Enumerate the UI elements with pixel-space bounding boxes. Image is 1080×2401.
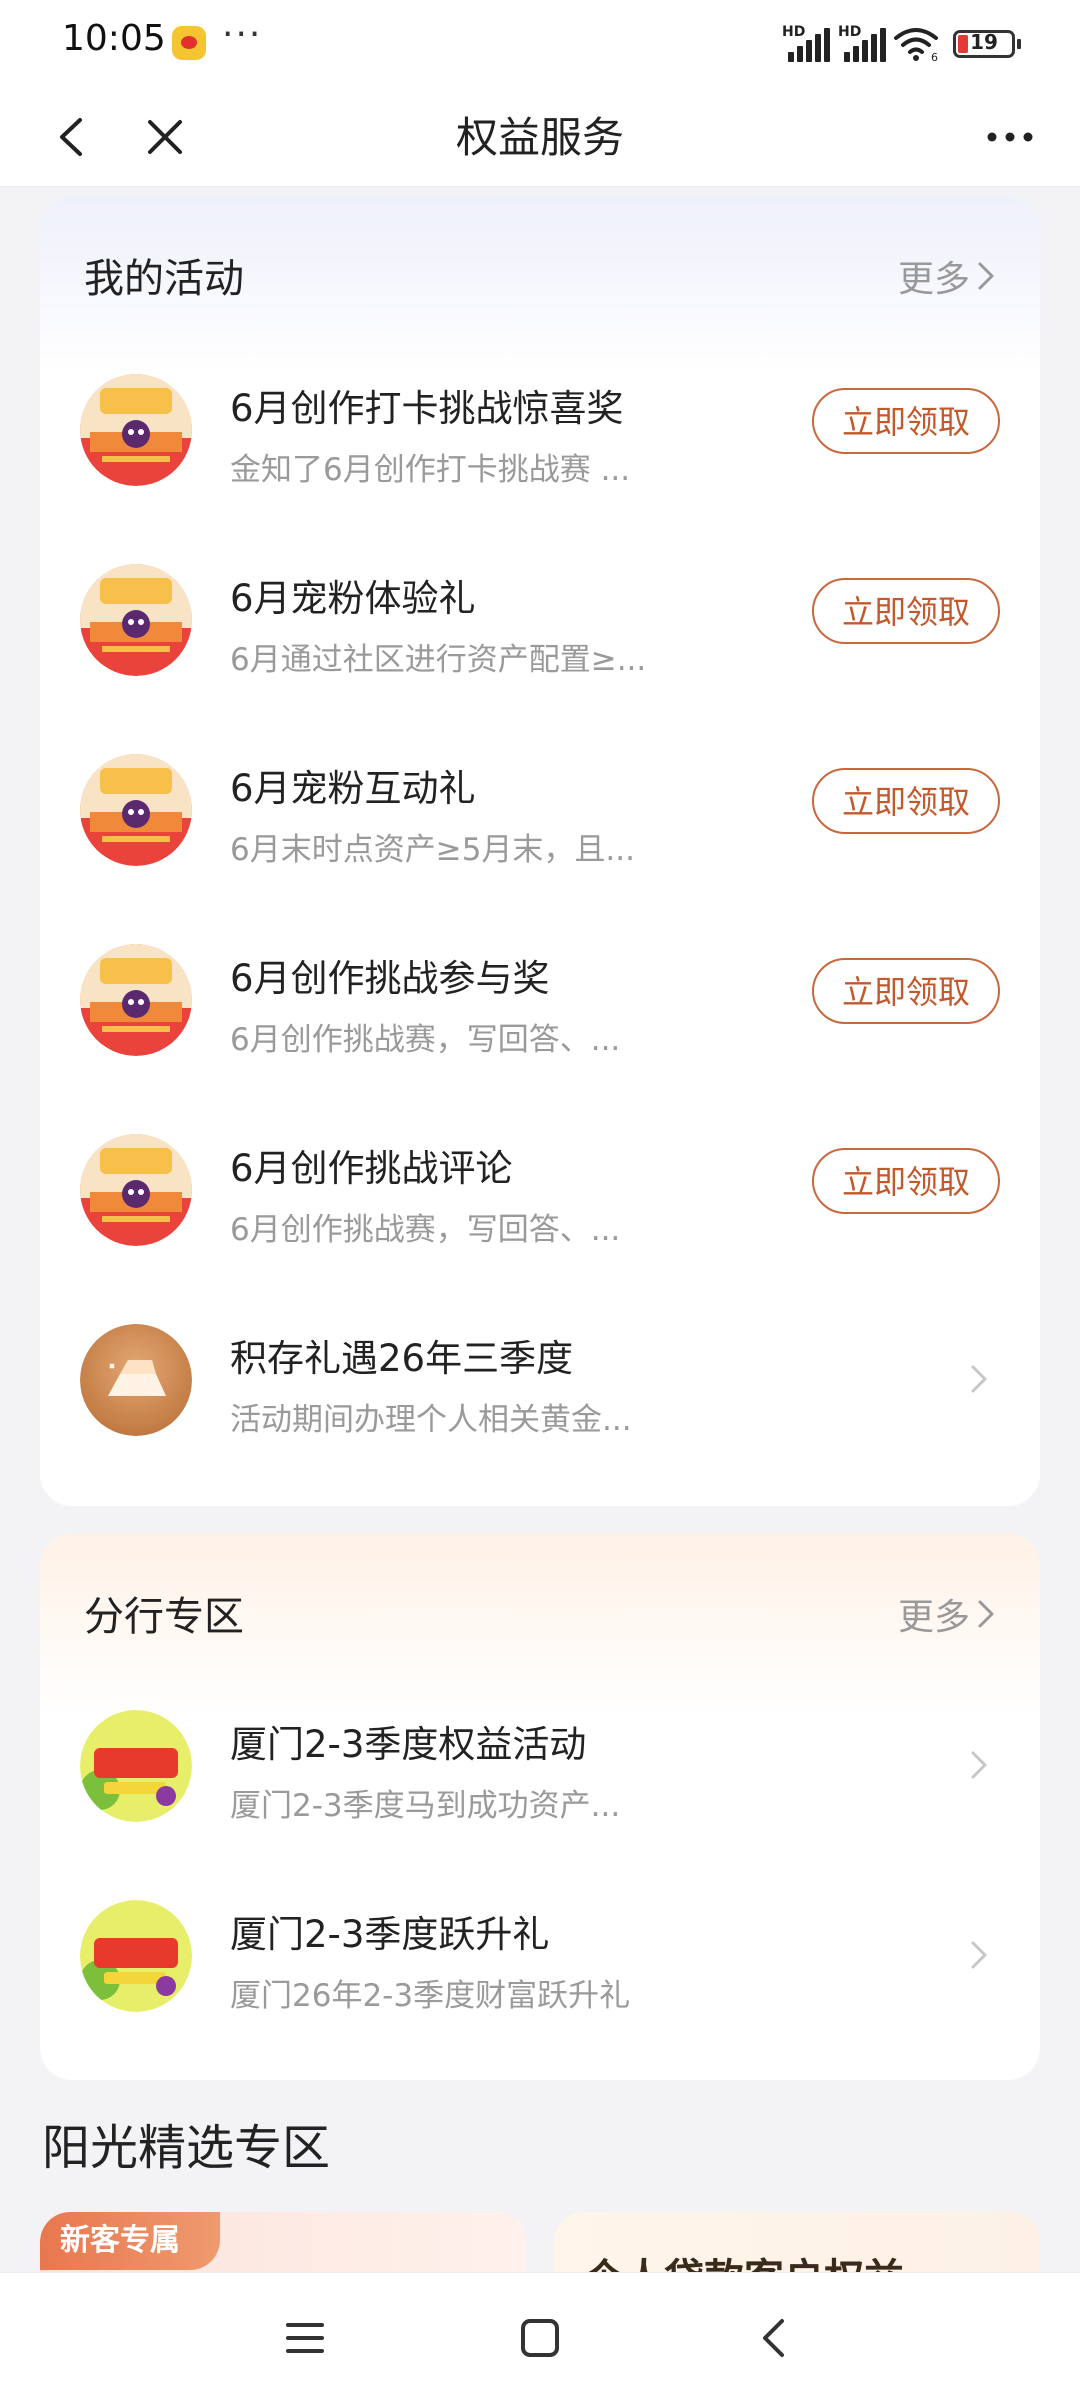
branch-item-subtitle: 厦门26年2-3季度财富跃升礼 <box>230 1978 631 2014</box>
activity-row[interactable]: 6月宠粉互动礼 6月末时点资产≥5月末，且... 立即领取 <box>40 714 1040 904</box>
new-customer-tag: 新客专属 <box>40 2212 220 2270</box>
more-label: 更多 <box>897 259 970 300</box>
activity-subtitle: 6月创作挑战赛，写回答、... <box>230 1212 621 1248</box>
activity-thumbnail-icon <box>80 374 192 486</box>
more-label: 更多 <box>897 1597 970 1638</box>
branch-item-title: 厦门2-3季度跃升礼 <box>230 1913 550 1956</box>
branch-row[interactable]: 厦门2-3季度跃升礼 厦门26年2-3季度财富跃升礼 <box>40 1860 1040 2050</box>
activity-title: 6月创作挑战参与奖 <box>230 957 550 1000</box>
my-activities-title: 我的活动 <box>84 256 244 302</box>
more-dots-icon[interactable] <box>980 112 1040 162</box>
wifi-label: 6 <box>931 51 938 62</box>
gold-bar-icon <box>80 1324 192 1436</box>
activity-title: 6月创作打卡挑战惊喜奖 <box>230 387 624 430</box>
page-title: 权益服务 <box>455 113 624 162</box>
activity-row[interactable]: 6月宠粉体验礼 6月通过社区进行资产配置≥... 立即领取 <box>40 524 1040 714</box>
activity-title: 6月宠粉互动礼 <box>230 767 476 810</box>
claim-button[interactable]: 立即领取 <box>812 1148 1000 1214</box>
my-activities-card: 我的活动 更多 6月创作打卡挑战惊喜奖 金知了6月创作打卡挑战赛 ... 立即领… <box>40 196 1040 1506</box>
sunshine-section-title: 阳光精选专区 <box>42 2120 331 2176</box>
signal-icon-2: HD <box>838 24 886 62</box>
horse-success-icon <box>80 1900 192 2012</box>
activity-subtitle: 6月创作挑战赛，写回答、... <box>230 1022 621 1058</box>
activity-row[interactable]: 积存礼遇26年三季度 活动期间办理个人相关黄金... <box>40 1284 1040 1474</box>
activity-thumbnail-icon <box>80 754 192 866</box>
branch-item-subtitle: 厦门2-3季度马到成功资产... <box>230 1788 621 1824</box>
menu-icon[interactable] <box>280 2313 330 2363</box>
my-activities-more-link[interactable]: 更多 <box>898 250 996 302</box>
activity-thumbnail-icon <box>80 944 192 1056</box>
activity-subtitle: 6月末时点资产≥5月末，且... <box>230 832 635 868</box>
activity-subtitle: 6月通过社区进行资产配置≥... <box>230 642 647 678</box>
chevron-right-icon <box>978 1600 994 1628</box>
system-nav-bar <box>0 2272 1080 2401</box>
status-bar: 10:05 ··· HD HD 6 19 <box>0 0 1080 90</box>
signal-icon: HD <box>782 24 830 62</box>
activity-subtitle: 金知了6月创作打卡挑战赛 ... <box>230 452 631 488</box>
claim-button[interactable]: 立即领取 <box>812 958 1000 1024</box>
hd-label: HD <box>782 24 806 40</box>
wifi-icon: 6 <box>894 28 938 62</box>
branch-zone-card: 分行专区 更多 厦门2-3季度权益活动 厦门2-3季度马到成功资产... 厦门2… <box>40 1534 1040 2080</box>
claim-button[interactable]: 立即领取 <box>812 578 1000 644</box>
activity-title: 6月创作挑战评论 <box>230 1147 513 1190</box>
activity-thumbnail-icon <box>80 1134 192 1246</box>
branch-more-link[interactable]: 更多 <box>898 1588 996 1640</box>
horse-success-icon <box>80 1710 192 1822</box>
activity-title: 积存礼遇26年三季度 <box>230 1337 574 1380</box>
status-overflow: ··· <box>222 14 263 55</box>
chevron-right-icon <box>971 1941 987 1969</box>
activity-row[interactable]: 6月创作挑战参与奖 6月创作挑战赛，写回答、... 立即领取 <box>40 904 1040 1094</box>
claim-button[interactable]: 立即领取 <box>812 768 1000 834</box>
status-time: 10:05 <box>62 18 166 59</box>
activity-subtitle: 活动期间办理个人相关黄金... <box>230 1402 632 1438</box>
hd-label-2: HD <box>838 24 862 40</box>
system-back-icon[interactable] <box>750 2313 800 2363</box>
battery-level: 19 <box>970 30 998 54</box>
home-square-icon[interactable] <box>515 2313 565 2363</box>
activity-row[interactable]: 6月创作打卡挑战惊喜奖 金知了6月创作打卡挑战赛 ... 立即领取 <box>40 334 1040 524</box>
claim-button[interactable]: 立即领取 <box>812 388 1000 454</box>
branch-item-title: 厦门2-3季度权益活动 <box>230 1723 587 1766</box>
activity-row[interactable]: 6月创作挑战评论 6月创作挑战赛，写回答、... 立即领取 <box>40 1094 1040 1284</box>
nav-bar: 权益服务 <box>0 90 1080 187</box>
activity-title: 6月宠粉体验礼 <box>230 577 476 620</box>
branch-row[interactable]: 厦门2-3季度权益活动 厦门2-3季度马到成功资产... <box>40 1670 1040 1860</box>
chevron-right-icon <box>978 262 994 290</box>
weibo-icon <box>172 26 206 60</box>
chevron-right-icon <box>971 1751 987 1779</box>
activity-thumbnail-icon <box>80 564 192 676</box>
chevron-right-icon <box>971 1365 987 1393</box>
battery-icon: 19 <box>953 30 1021 58</box>
branch-zone-title: 分行专区 <box>84 1594 244 1640</box>
